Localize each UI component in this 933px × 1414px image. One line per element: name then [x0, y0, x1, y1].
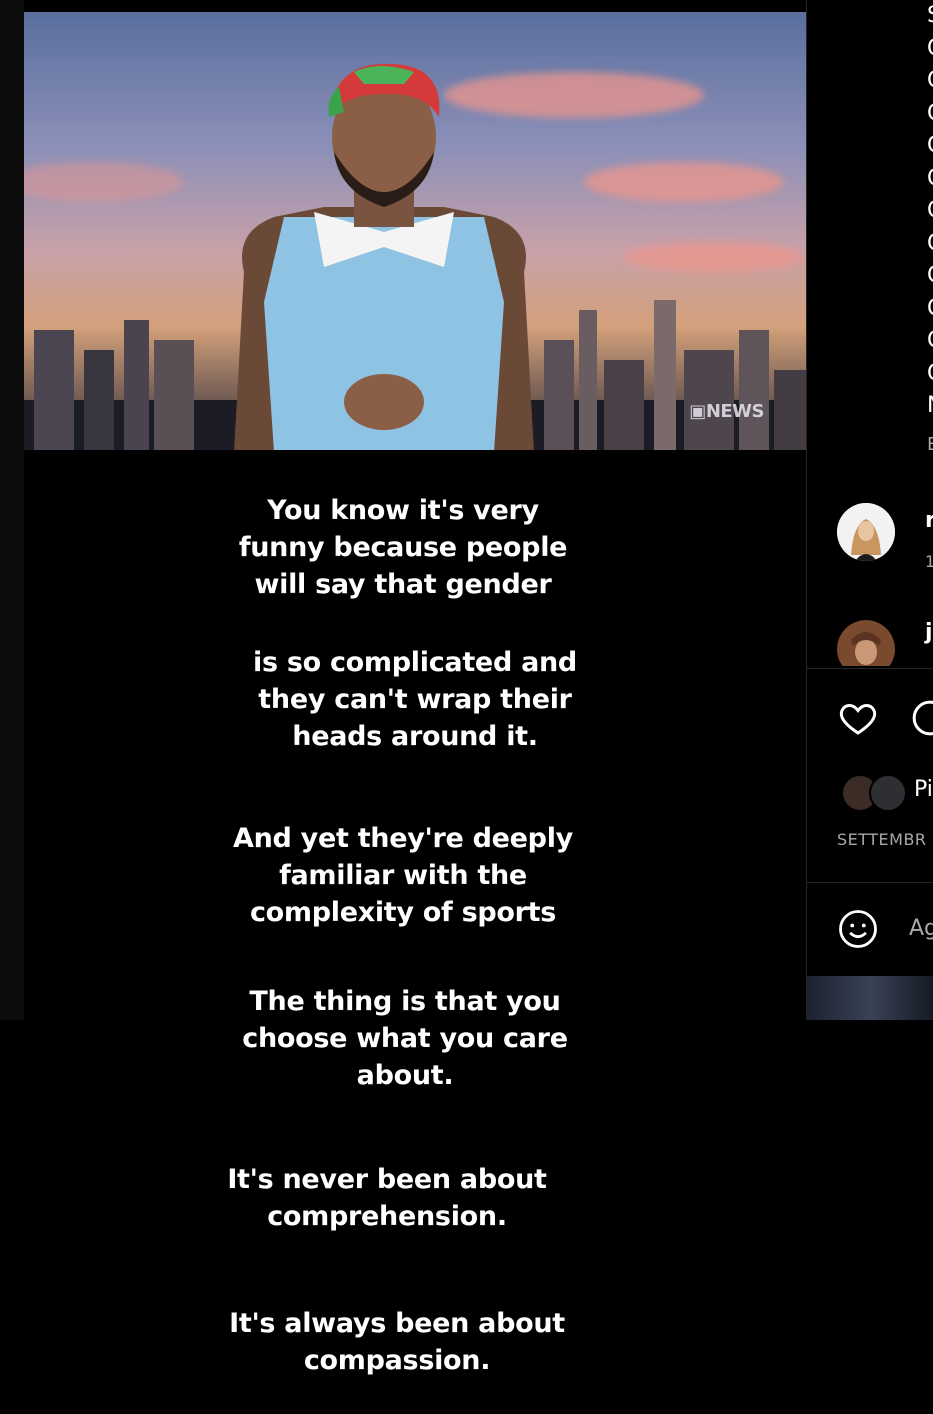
caption-block-1: You know it's very funny because people … [238, 495, 568, 600]
news-watermark: ▣NEWS [689, 401, 764, 422]
comment-icon[interactable] [909, 698, 933, 738]
caption-letter: C [927, 325, 933, 358]
actions-divider [807, 882, 933, 883]
caption-letter: C [927, 130, 933, 163]
post-caption-overlay: You know it's very funny because people … [24, 450, 806, 1414]
caption-letter: C [927, 358, 933, 391]
caption-block-6: It's always been about compassion. [229, 1308, 565, 1376]
commenter-avatar[interactable] [837, 620, 895, 666]
post-video[interactable]: ▣NEWS [24, 12, 806, 450]
heart-icon[interactable] [837, 698, 879, 738]
avatar-image [837, 620, 895, 666]
caption-letter: C [927, 260, 933, 293]
avatar-image [837, 503, 895, 561]
caption-letters-column: S C C C C C C C C C C C N E [927, 0, 933, 461]
smiley-icon[interactable] [837, 908, 879, 950]
caption-letter: S [927, 0, 933, 33]
post-date[interactable]: SETTEMBR [837, 830, 927, 849]
caption-block-2: is so complicated and they can't wrap th… [253, 647, 577, 752]
watermark-text: NEWS [705, 401, 765, 422]
caption-letter: C [927, 163, 933, 196]
commenter-avatar[interactable] [837, 503, 895, 561]
caption-letter: C [927, 33, 933, 66]
commenter-username[interactable]: r [925, 508, 933, 533]
next-post-thumbnail[interactable] [807, 976, 933, 1020]
liker-avatar [869, 774, 907, 812]
add-comment-input[interactable]: Ag [909, 916, 933, 941]
commenter-username[interactable]: j [925, 620, 933, 645]
caption-letter: C [927, 98, 933, 131]
caption-letter: C [927, 65, 933, 98]
caption-letter: C [927, 293, 933, 326]
caption-letter: C [927, 228, 933, 261]
caption-letter: C [927, 195, 933, 228]
caption-block-3: And yet they're deeply familiar with the… [233, 823, 573, 928]
comment-meta: 1 [925, 552, 933, 571]
liked-by-text[interactable]: Pi [914, 777, 933, 802]
comments-divider [807, 668, 933, 669]
presenter [234, 63, 534, 450]
caption-letter: E [927, 433, 933, 455]
caption-block-5: It's never been about comprehension. [227, 1164, 547, 1232]
caption-letter: N [927, 390, 933, 423]
post-sidebar: S C C C C C C C C C C C N E r 1 j [807, 0, 933, 1020]
caption-block-4: The thing is that you choose what you ca… [242, 986, 568, 1091]
